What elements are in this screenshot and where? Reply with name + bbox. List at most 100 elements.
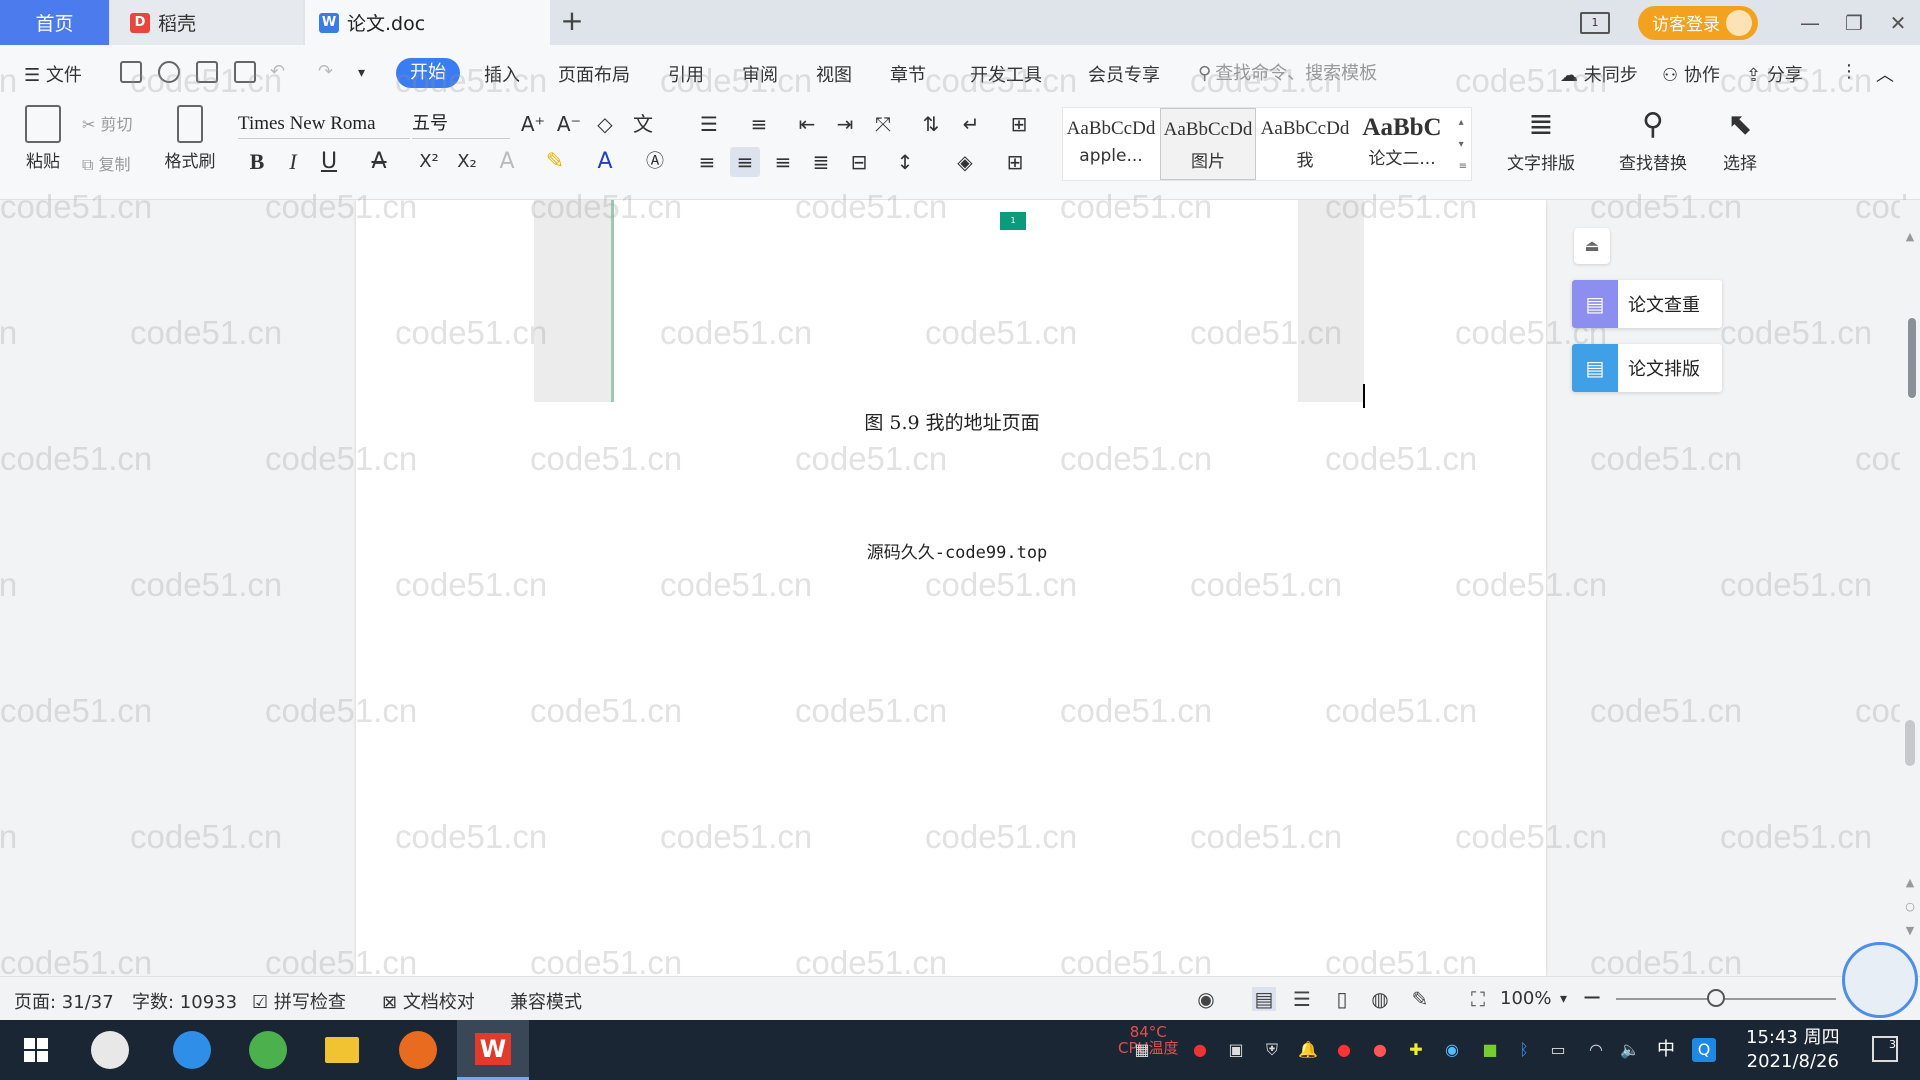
qq-icon[interactable]: ● bbox=[1332, 1038, 1356, 1062]
phonetic-icon[interactable]: 文 bbox=[628, 109, 658, 139]
system-clock[interactable]: 15:43 周四 2021/8/26 bbox=[1746, 1026, 1840, 1074]
shading-icon[interactable]: ◈ bbox=[950, 147, 980, 177]
zoom-dropdown-icon[interactable]: ▾ bbox=[1560, 991, 1567, 1007]
figure-image[interactable]: 1 bbox=[534, 200, 1364, 402]
menu-start[interactable]: 开始 bbox=[396, 58, 460, 88]
distribute-icon[interactable]: ⊟ bbox=[844, 147, 874, 177]
bluetooth-icon[interactable]: ᛒ bbox=[1512, 1038, 1536, 1062]
fit-page-icon[interactable]: ⛶ bbox=[1466, 987, 1490, 1011]
news-icon[interactable]: ▦ bbox=[1130, 1038, 1154, 1062]
zoom-slider-knob[interactable] bbox=[1707, 989, 1725, 1007]
font-size-select[interactable]: 五号 bbox=[412, 109, 510, 139]
subscript-icon[interactable]: X₂ bbox=[452, 147, 482, 177]
menu-view[interactable]: 视图 bbox=[816, 61, 852, 87]
show-marks-icon[interactable]: ↵ bbox=[956, 109, 986, 139]
windows-start-icon[interactable] bbox=[0, 1020, 72, 1080]
tab-ruler-icon[interactable]: ⊞ bbox=[1004, 109, 1034, 139]
more-options-icon[interactable]: ⋮ bbox=[1840, 61, 1858, 82]
menu-insert[interactable]: 插入 bbox=[484, 61, 520, 87]
styles-scroll-icon[interactable]: ▴ ▾ ≡ bbox=[1459, 112, 1467, 178]
page-indicator[interactable]: 页面: 31/37 bbox=[14, 988, 114, 1014]
menu-page-layout[interactable]: 页面布局 bbox=[558, 61, 630, 87]
volume-icon[interactable]: 🔈 bbox=[1618, 1038, 1642, 1062]
format-painter-button[interactable]: 格式刷 bbox=[160, 105, 220, 172]
menu-review[interactable]: 审阅 bbox=[742, 61, 778, 87]
style-picture[interactable]: AaBbCcDd 图片 bbox=[1160, 108, 1256, 180]
tray-app-4-icon[interactable]: ◉ bbox=[1440, 1038, 1464, 1062]
minimize-button[interactable]: — bbox=[1788, 0, 1832, 45]
scroll-thumb[interactable] bbox=[1905, 720, 1915, 766]
save-icon[interactable] bbox=[120, 61, 142, 83]
ie-browser-icon[interactable] bbox=[156, 1020, 228, 1080]
justify-icon[interactable]: ≣ bbox=[806, 147, 836, 177]
underline-icon[interactable]: U bbox=[314, 147, 344, 177]
web-view-icon[interactable]: ◍ bbox=[1368, 987, 1392, 1011]
close-button[interactable]: ✕ bbox=[1876, 0, 1920, 45]
italic-icon[interactable]: I bbox=[278, 147, 308, 177]
tray-app-3-icon[interactable]: ✚ bbox=[1404, 1038, 1428, 1062]
search-app-icon[interactable]: Q bbox=[1692, 1038, 1716, 1062]
text-effect-icon[interactable]: A bbox=[492, 147, 522, 177]
paste-button[interactable]: 粘贴 bbox=[16, 105, 70, 172]
print-icon[interactable] bbox=[196, 61, 218, 83]
share-button[interactable]: ⇪ 分享 bbox=[1746, 61, 1803, 87]
thesis-format-button[interactable]: ▤ 论文排版 bbox=[1572, 344, 1722, 392]
tab-home[interactable]: 首页 bbox=[0, 0, 109, 45]
file-explorer-icon[interactable] bbox=[306, 1020, 378, 1080]
increase-indent-icon[interactable]: ⇥ bbox=[830, 109, 860, 139]
wifi-icon[interactable]: ◠ bbox=[1584, 1038, 1608, 1062]
file-menu[interactable]: ☰ 文件 bbox=[24, 61, 82, 87]
grow-font-icon[interactable]: A⁺ bbox=[518, 109, 548, 139]
style-wo[interactable]: AaBbCcDd 我 bbox=[1257, 108, 1353, 180]
word-count[interactable]: 字数: 10933 bbox=[132, 988, 237, 1014]
align-left-icon[interactable]: ≡ bbox=[692, 147, 722, 177]
tray-network-app-icon[interactable]: ▣ bbox=[1224, 1038, 1248, 1062]
redo-icon[interactable]: ↷ bbox=[318, 61, 333, 82]
battery-icon[interactable]: ▭ bbox=[1546, 1038, 1570, 1062]
bell-icon[interactable]: 🔔 bbox=[1296, 1038, 1320, 1062]
tab-document[interactable]: W 论文.doc bbox=[305, 0, 550, 45]
undo-icon[interactable]: ↶ bbox=[270, 61, 285, 82]
guest-login-button[interactable]: 访客登录 bbox=[1638, 5, 1758, 40]
zoom-out-icon[interactable]: − bbox=[1582, 983, 1602, 1011]
tool-app-icon[interactable] bbox=[382, 1020, 454, 1080]
tray-app-2-icon[interactable]: ● bbox=[1368, 1038, 1392, 1062]
menu-member[interactable]: 会员专享 bbox=[1088, 61, 1160, 87]
sync-status[interactable]: ☁ 未同步 bbox=[1560, 61, 1638, 87]
style-apple[interactable]: AaBbCcDd apple... bbox=[1063, 108, 1159, 180]
numbered-list-icon[interactable]: ≡ bbox=[744, 109, 774, 139]
highlight-icon[interactable]: ✎ bbox=[540, 147, 570, 177]
360-browser-icon[interactable] bbox=[232, 1020, 304, 1080]
copy-button[interactable]: ⧉ 复制 bbox=[82, 151, 131, 175]
shrink-font-icon[interactable]: A⁻ bbox=[554, 109, 584, 139]
collapse-ribbon-icon[interactable]: ︿ bbox=[1876, 61, 1894, 87]
quick-access-dropdown-icon[interactable]: ▾ bbox=[358, 65, 365, 81]
outline-view-icon[interactable]: ☰ bbox=[1290, 987, 1314, 1011]
bold-icon[interactable]: B bbox=[242, 147, 272, 177]
eye-protection-icon[interactable]: ◉ bbox=[1194, 987, 1218, 1011]
doc-proofread-button[interactable]: ⊠ 文档校对 bbox=[382, 988, 475, 1014]
tray-app-icon[interactable]: ● bbox=[1188, 1038, 1212, 1062]
text-layout-button[interactable]: ≣ 文字排版 bbox=[1496, 107, 1586, 174]
zoom-level[interactable]: 100% bbox=[1500, 988, 1551, 1009]
output-pdf-icon[interactable] bbox=[158, 61, 180, 83]
select-browse-icon[interactable]: ○ bbox=[1904, 900, 1916, 913]
assistant-robot-icon[interactable] bbox=[1842, 942, 1918, 1018]
reading-view-icon[interactable]: ▯ bbox=[1330, 987, 1354, 1011]
ime-indicator[interactable]: 中 bbox=[1654, 1038, 1678, 1062]
sort-icon[interactable]: ⇅ bbox=[916, 109, 946, 139]
collab-button[interactable]: ⚇ 协作 bbox=[1662, 61, 1720, 87]
window-layout-icon[interactable]: 1 bbox=[1580, 11, 1610, 34]
restore-button[interactable]: ❐ bbox=[1832, 0, 1876, 45]
document-page[interactable]: 1 图 5.9 我的地址页面 源码久久-code99.top bbox=[356, 200, 1546, 976]
cut-button[interactable]: ✂ 剪切 bbox=[82, 111, 133, 135]
menu-chapter[interactable]: 章节 bbox=[890, 61, 926, 87]
wps-writer-icon[interactable]: W bbox=[457, 1020, 529, 1080]
tab-daoke[interactable]: D 稻壳 bbox=[110, 0, 303, 45]
find-replace-button[interactable]: ⚲ 查找替换 bbox=[1608, 107, 1698, 174]
plagiarism-check-button[interactable]: ▤ 论文查重 bbox=[1572, 280, 1722, 328]
collapse-panel-icon[interactable]: ⏏ bbox=[1574, 228, 1610, 264]
strikethrough-icon[interactable]: A bbox=[364, 147, 394, 177]
scroll-up-icon[interactable]: ▲ bbox=[1904, 230, 1916, 243]
chinese-layout-icon[interactable]: ⤧ bbox=[868, 109, 898, 139]
